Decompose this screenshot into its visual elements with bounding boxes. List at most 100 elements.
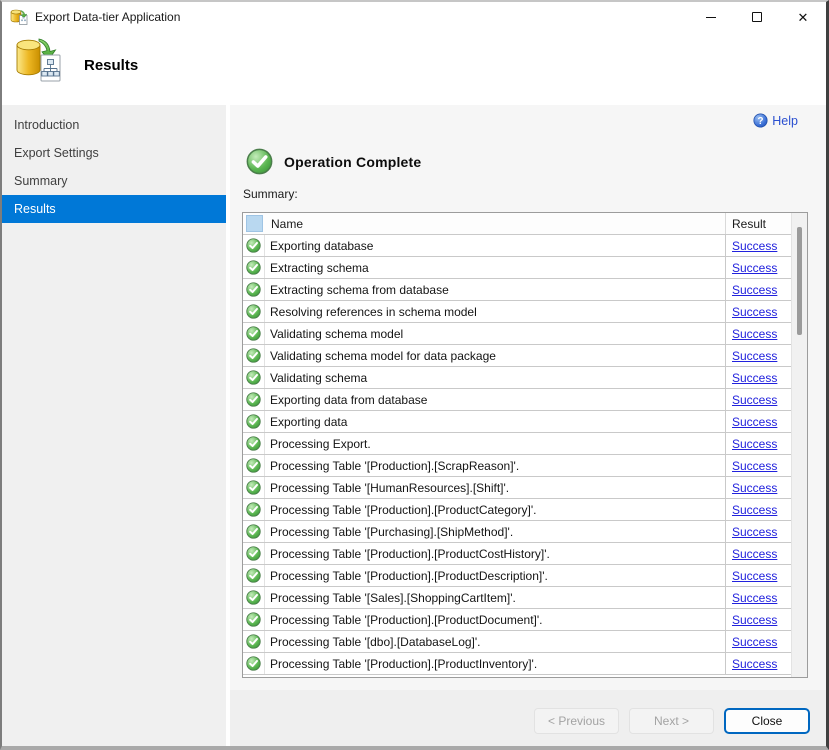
row-result-cell: Success: [725, 499, 791, 520]
row-result-link[interactable]: Success: [732, 591, 777, 605]
row-status-cell: [243, 345, 265, 366]
row-status-cell: [243, 521, 265, 542]
table-scrollbar[interactable]: [791, 213, 807, 677]
table-row: Validating schema Success: [243, 367, 791, 389]
success-check-icon: [246, 304, 261, 319]
row-result-link[interactable]: Success: [732, 635, 777, 649]
row-result-link[interactable]: Success: [732, 349, 777, 363]
row-name: Processing Table '[Sales].[ShoppingCartI…: [265, 587, 725, 608]
result-column-header[interactable]: Result: [725, 213, 791, 234]
app-database-export-icon: [10, 9, 28, 25]
row-result-cell: Success: [725, 257, 791, 278]
row-result-cell: Success: [725, 477, 791, 498]
success-check-icon: [246, 568, 261, 583]
row-result-link[interactable]: Success: [732, 305, 777, 319]
success-check-icon: [246, 546, 261, 561]
table-row: Validating schema model for data package…: [243, 345, 791, 367]
success-check-icon: [246, 260, 261, 275]
table-row: Processing Table '[Purchasing].[ShipMeth…: [243, 521, 791, 543]
help-link[interactable]: ? Help: [753, 113, 798, 128]
next-button[interactable]: Next >: [629, 708, 714, 734]
row-result-link[interactable]: Success: [732, 437, 777, 451]
table-header-row: Name Result: [243, 213, 791, 235]
table-row: Exporting database Success: [243, 235, 791, 257]
export-dac-icon: [12, 35, 66, 85]
row-result-link[interactable]: Success: [732, 547, 777, 561]
row-result-cell: Success: [725, 433, 791, 454]
success-check-icon: [246, 634, 261, 649]
operation-status: Operation Complete: [246, 148, 421, 175]
success-check-icon: [246, 326, 261, 341]
row-result-link[interactable]: Success: [732, 503, 777, 517]
table-body: Exporting database Success Extracting sc…: [243, 235, 791, 677]
page-title: Results: [84, 57, 138, 74]
row-result-link[interactable]: Success: [732, 613, 777, 627]
sidebar-item-export-settings[interactable]: Export Settings: [2, 139, 226, 167]
row-result-link[interactable]: Success: [732, 657, 777, 671]
row-status-cell: [243, 235, 265, 256]
row-result-cell: Success: [725, 367, 791, 388]
row-status-cell: [243, 389, 265, 410]
success-check-icon: [246, 238, 261, 253]
wizard-header: Results: [2, 32, 826, 105]
row-result-link[interactable]: Success: [732, 261, 777, 275]
row-name: Extracting schema from database: [265, 279, 725, 300]
status-column-header[interactable]: [243, 213, 265, 234]
row-name: Extracting schema: [265, 257, 725, 278]
table-row: Processing Table '[dbo].[DatabaseLog]'. …: [243, 631, 791, 653]
row-result-cell: Success: [725, 565, 791, 586]
row-result-cell: Success: [725, 455, 791, 476]
row-name: Validating schema model for data package: [265, 345, 725, 366]
close-button[interactable]: ✕: [780, 2, 826, 32]
window-controls: ✕: [688, 2, 826, 32]
row-result-link[interactable]: Success: [732, 327, 777, 341]
row-result-link[interactable]: Success: [732, 283, 777, 297]
row-result-link[interactable]: Success: [732, 239, 777, 253]
row-name: Processing Table '[Production].[ScrapRea…: [265, 455, 725, 476]
row-name: Exporting data: [265, 411, 725, 432]
sidebar-item-summary[interactable]: Summary: [2, 167, 226, 195]
row-result-cell: Success: [725, 653, 791, 674]
row-result-link[interactable]: Success: [732, 569, 777, 583]
minimize-icon: [706, 17, 716, 18]
title-bar[interactable]: Export Data-tier Application ✕: [2, 2, 826, 32]
table-row: Extracting schema Success: [243, 257, 791, 279]
previous-button[interactable]: < Previous: [534, 708, 619, 734]
success-check-icon: [246, 458, 261, 473]
maximize-button[interactable]: [734, 2, 780, 32]
export-wizard-window: Export Data-tier Application ✕ Results I…: [0, 0, 829, 750]
row-name: Processing Table '[Production].[ProductC…: [265, 543, 725, 564]
row-status-cell: [243, 543, 265, 564]
row-name: Resolving references in schema model: [265, 301, 725, 322]
row-status-cell: [243, 587, 265, 608]
row-status-cell: [243, 279, 265, 300]
sidebar-item-introduction[interactable]: Introduction: [2, 111, 226, 139]
row-result-link[interactable]: Success: [732, 371, 777, 385]
help-icon: ?: [753, 113, 768, 128]
row-name: Exporting data from database: [265, 389, 725, 410]
sidebar-item-results[interactable]: Results: [2, 195, 226, 223]
row-result-cell: Success: [725, 543, 791, 564]
minimize-button[interactable]: [688, 2, 734, 32]
name-column-header[interactable]: Name: [265, 213, 725, 234]
close-wizard-button[interactable]: Close: [724, 708, 810, 734]
row-status-cell: [243, 565, 265, 586]
row-result-link[interactable]: Success: [732, 393, 777, 407]
table-row: Resolving references in schema model Suc…: [243, 301, 791, 323]
row-status-cell: [243, 455, 265, 476]
window-title: Export Data-tier Application: [35, 10, 688, 24]
row-result-link[interactable]: Success: [732, 525, 777, 539]
row-name: Processing Table '[Purchasing].[ShipMeth…: [265, 521, 725, 542]
success-check-icon: [246, 590, 261, 605]
row-result-link[interactable]: Success: [732, 481, 777, 495]
success-check-icon: [246, 414, 261, 429]
row-name: Processing Table '[Production].[ProductD…: [265, 565, 725, 586]
row-result-link[interactable]: Success: [732, 415, 777, 429]
table-row: Validating schema model Success: [243, 323, 791, 345]
row-name: Validating schema model: [265, 323, 725, 344]
row-status-cell: [243, 301, 265, 322]
row-result-link[interactable]: Success: [732, 459, 777, 473]
table-row: Extracting schema from database Success: [243, 279, 791, 301]
summary-label: Summary:: [243, 187, 298, 201]
scrollbar-thumb[interactable]: [797, 227, 802, 335]
